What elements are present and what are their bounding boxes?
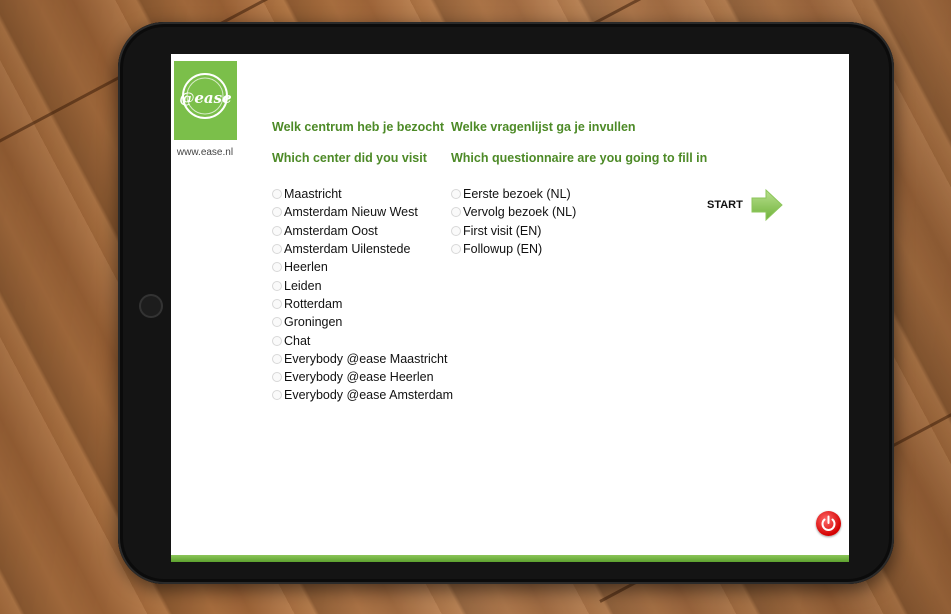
questionnaire-option-vervolg-bezoek[interactable]: Vervolg bezoek (NL) [451, 203, 576, 221]
option-label: Rotterdam [284, 296, 343, 311]
app-screen: @ease www.ease.nl Welk centrum heb je be… [171, 54, 849, 562]
option-label: Leiden [284, 278, 322, 293]
home-button[interactable] [139, 294, 163, 318]
option-label: Maastricht [284, 187, 342, 202]
radio-button[interactable] [451, 244, 461, 255]
arrow-right-icon [751, 188, 783, 222]
radio-button[interactable] [272, 372, 282, 383]
option-label: Everybody @ease Amsterdam [284, 388, 454, 403]
questionnaire-options: Eerste bezoek (NL) Vervolg bezoek (NL) F… [451, 185, 576, 258]
option-label: Groningen [284, 315, 343, 330]
start-button[interactable]: START [707, 188, 783, 222]
ease-logo: @ease [174, 61, 237, 140]
radio-button[interactable] [451, 225, 461, 236]
center-option-everybody-amsterdam[interactable]: Everybody @ease Amsterdam [272, 386, 453, 404]
center-option-amsterdam-nieuw-west[interactable]: Amsterdam Nieuw West [272, 203, 453, 221]
radio-button[interactable] [272, 280, 282, 291]
radio-button[interactable] [272, 317, 282, 328]
questionnaire-heading-nl: Welke vragenlijst ga je invullen [451, 120, 636, 134]
radio-button[interactable] [272, 298, 282, 309]
center-option-chat[interactable]: Chat [272, 331, 453, 349]
radio-button[interactable] [272, 225, 282, 236]
center-options: Maastricht Amsterdam Nieuw West Amsterda… [272, 185, 453, 405]
center-option-everybody-heerlen[interactable]: Everybody @ease Heerlen [272, 368, 453, 386]
option-label: Amsterdam Nieuw West [284, 205, 418, 220]
website-link[interactable]: www.ease.nl [175, 147, 235, 158]
radio-button[interactable] [272, 353, 282, 364]
footer-bar [171, 555, 849, 562]
center-option-groningen[interactable]: Groningen [272, 313, 453, 331]
option-label: Followup (EN) [463, 242, 543, 257]
questionnaire-option-followup[interactable]: Followup (EN) [451, 240, 576, 258]
center-option-heerlen[interactable]: Heerlen [272, 258, 453, 276]
power-icon [821, 515, 836, 531]
radio-button[interactable] [272, 262, 282, 273]
option-label: Eerste bezoek (NL) [463, 187, 571, 202]
center-option-rotterdam[interactable]: Rotterdam [272, 295, 453, 313]
option-label: Amsterdam Oost [284, 223, 378, 238]
radio-button[interactable] [451, 189, 461, 200]
center-heading-en: Which center did you visit [272, 151, 427, 165]
questionnaire-option-first-visit[interactable]: First visit (EN) [451, 222, 576, 240]
radio-button[interactable] [272, 189, 282, 200]
power-button[interactable] [816, 511, 841, 536]
center-option-amsterdam-oost[interactable]: Amsterdam Oost [272, 222, 453, 240]
option-label: Everybody @ease Heerlen [284, 370, 434, 385]
radio-button[interactable] [451, 207, 461, 218]
option-label: Heerlen [284, 260, 328, 275]
option-label: Everybody @ease Maastricht [284, 351, 448, 366]
radio-button[interactable] [272, 390, 282, 401]
logo-text: @ease [179, 89, 232, 107]
center-option-amsterdam-uilenstede[interactable]: Amsterdam Uilenstede [272, 240, 453, 258]
radio-button[interactable] [272, 244, 282, 255]
questionnaire-option-eerste-bezoek[interactable]: Eerste bezoek (NL) [451, 185, 576, 203]
center-heading-nl: Welk centrum heb je bezocht [272, 120, 445, 134]
questionnaire-heading-en: Which questionnaire are you going to fil… [451, 151, 708, 165]
radio-button[interactable] [272, 207, 282, 218]
center-option-everybody-maastricht[interactable]: Everybody @ease Maastricht [272, 350, 453, 368]
option-label: Chat [284, 333, 311, 348]
center-option-leiden[interactable]: Leiden [272, 276, 453, 294]
option-label: Amsterdam Uilenstede [284, 242, 411, 257]
center-option-maastricht[interactable]: Maastricht [272, 185, 453, 203]
radio-button[interactable] [272, 335, 282, 346]
start-label: START [707, 199, 743, 211]
option-label: First visit (EN) [463, 223, 542, 238]
option-label: Vervolg bezoek (NL) [463, 205, 577, 220]
